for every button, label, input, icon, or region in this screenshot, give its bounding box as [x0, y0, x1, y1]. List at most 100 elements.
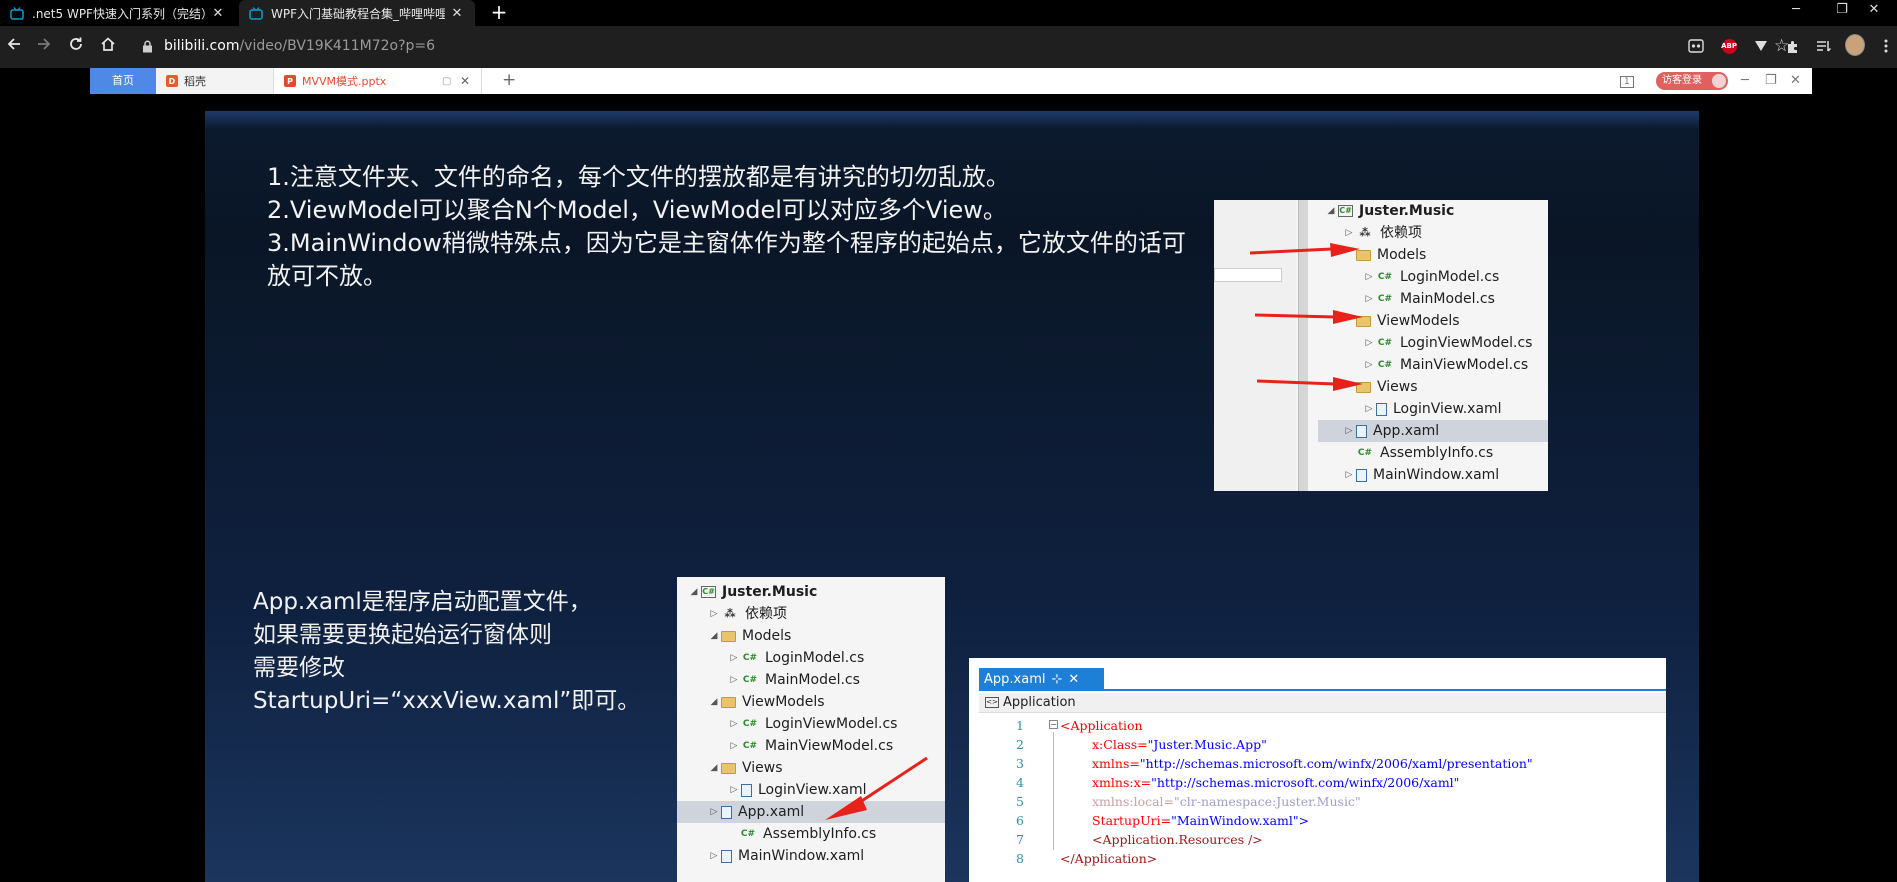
url-text: bilibili.com/video/BV19K411M72o?p=6: [164, 38, 436, 54]
browser-tab-active[interactable]: WPF入门基础教程合集_哔哩哔哩 ✕: [239, 0, 475, 26]
code-line: 1− <Application: [1016, 718, 1143, 733]
forward-arrow-icon: [38, 38, 51, 50]
pin-icon: ⊹: [1051, 672, 1063, 687]
red-arrow-icon: [1255, 310, 1363, 324]
bilibili-tv-icon: [10, 6, 24, 20]
xaml-file-icon: [741, 783, 752, 797]
back-button[interactable]: [2, 36, 26, 60]
tree-item: ▷ C# MainModel.cs: [730, 672, 860, 688]
home-button[interactable]: [96, 36, 120, 60]
dependencies-icon: ⁂: [724, 607, 736, 620]
tree-item: ▷ MainWindow.xaml: [710, 848, 865, 864]
presentation-slide: 1.注意文件夹、文件的命名，每个文件的摆放都是有讲究的切勿乱放。 2.ViewM…: [205, 111, 1699, 882]
wps-home-tab[interactable]: 首页: [90, 68, 156, 94]
xaml-element-icon: <>: [985, 697, 999, 708]
extension-v-icon[interactable]: [1751, 36, 1771, 56]
editor-navigation-bar: <> Application: [979, 693, 1666, 713]
close-window-button[interactable]: ✕: [1851, 0, 1897, 22]
extensions-puzzle-icon[interactable]: [1783, 36, 1803, 56]
pin-icon[interactable]: ▢: [442, 76, 451, 87]
csharp-project-icon: C#: [1338, 205, 1353, 217]
csharp-file-icon: C#: [1377, 360, 1393, 370]
back-arrow-icon: [7, 38, 20, 50]
solution-explorer-screenshot-2: ◢ C# Juster.Music ▷ ⁂ 依赖项 ◢ Models ▷ C# LoginMo…: [677, 577, 945, 882]
close-icon[interactable]: ✕: [460, 74, 470, 88]
tab-title: WPF入门基础教程合集_哔哩哔哩: [271, 6, 445, 21]
avatar: [1712, 74, 1726, 88]
menu-kebab-icon[interactable]: [1876, 36, 1896, 56]
tree-item: ▷ MainWindow.xaml: [1345, 467, 1500, 483]
minimize-window-button[interactable]: ─: [1773, 0, 1819, 22]
wps-tab-pptx[interactable]: P MVVM模式.pptx ▢ ✕: [274, 68, 482, 94]
tree-item-selected: ▷ App.xaml: [1318, 420, 1548, 442]
wps-minimize-button[interactable]: ─: [1741, 68, 1749, 94]
reload-button[interactable]: [64, 36, 88, 60]
tree-item: ▷ C# MainViewModel.cs: [730, 738, 894, 754]
tree-item: C# AssemblyInfo.cs: [740, 826, 877, 842]
new-tab-button[interactable]: +: [487, 1, 511, 25]
wps-new-tab-button[interactable]: +: [502, 70, 516, 90]
page-indicator: 1: [1620, 68, 1634, 94]
editor-tab-app-xaml: App.xaml ⊹ ✕: [979, 668, 1104, 691]
code-line: 8 </Application>: [1016, 851, 1158, 866]
xaml-code-editor-screenshot: App.xaml ⊹ ✕ <> Application 1− <Application …: [969, 658, 1666, 882]
csharp-file-icon: C#: [742, 675, 758, 685]
red-arrow-icon: [1250, 243, 1360, 257]
extension-reader-icon[interactable]: [1686, 36, 1706, 56]
reading-list-icon[interactable]: [1814, 36, 1834, 56]
wps-restore-button[interactable]: ❐: [1765, 68, 1777, 94]
code-line: 6 StartupUri="MainWindow.xaml">: [1016, 813, 1310, 828]
home-icon: [101, 37, 115, 51]
tree-item: ▷ C# MainModel.cs: [1365, 291, 1495, 307]
close-icon[interactable]: ✕: [449, 6, 465, 21]
csharp-file-icon: C#: [742, 741, 758, 751]
folder-icon: [721, 630, 736, 642]
folder-icon: [721, 762, 736, 774]
reload-icon: [70, 37, 82, 50]
wps-tab-docer[interactable]: D 稻壳: [156, 68, 274, 94]
forward-button[interactable]: [32, 36, 56, 60]
tree-item: C# AssemblyInfo.cs: [1357, 445, 1494, 461]
xaml-file-icon: [721, 805, 732, 819]
tree-item: ▷ ⁂ 依赖项: [1345, 225, 1422, 241]
csharp-project-icon: C#: [701, 586, 716, 598]
code-line: 4 xmlns:x="http://schemas.microsoft.com/w…: [1016, 775, 1460, 790]
browser-tab[interactable]: .net5 WPF快速入门系列（完结） ✕: [0, 0, 236, 26]
slide-notes: 1.注意文件夹、文件的命名，每个文件的摆放都是有讲究的切勿乱放。 2.ViewM…: [267, 161, 1187, 293]
editor-tab-bar: App.xaml ⊹ ✕: [979, 668, 1666, 691]
red-arrow-icon: [825, 756, 928, 820]
tree-item: ▷ C# LoginViewModel.cs: [1365, 335, 1533, 351]
note-2: 2.ViewModel可以聚合N个Model，ViewModel可以对应多个Vi…: [267, 196, 1007, 224]
visitor-login-button[interactable]: 访客登录: [1656, 72, 1728, 90]
bilibili-tv-icon: [249, 6, 263, 20]
csharp-file-icon: C#: [742, 719, 758, 729]
xaml-file-icon: [1376, 402, 1387, 416]
adblock-plus-icon[interactable]: ABP: [1719, 36, 1739, 56]
browser-tab-strip: .net5 WPF快速入门系列（完结） ✕ WPF入门基础教程合集_哔哩哔哩 ✕…: [0, 0, 1897, 26]
tree-item: ◢ C# Juster.Music: [1327, 203, 1455, 219]
csharp-file-icon: C#: [1377, 338, 1393, 348]
collapse-icon: −: [1049, 720, 1058, 729]
close-icon: ✕: [1068, 672, 1080, 687]
csharp-file-icon: C#: [1357, 448, 1373, 458]
wps-close-button[interactable]: ✕: [1790, 68, 1801, 94]
app-xaml-note: App.xaml是程序启动配置文件， 如果需要更换起始运行窗体则 需要修改 St…: [253, 589, 641, 714]
tree-item: ▷ C# MainViewModel.cs: [1365, 357, 1529, 373]
note-3: 3.MainWindow稍微特殊点，因为它是主窗体作为整个程序的起始点，它放文件…: [267, 229, 1186, 290]
folder-icon: [721, 696, 736, 708]
lock-icon: [143, 40, 152, 53]
note-1: 1.注意文件夹、文件的命名，每个文件的摆放都是有讲究的切勿乱放。: [267, 163, 1010, 191]
profile-avatar[interactable]: [1845, 34, 1865, 56]
code-area: 1− <Application 2 x:Class="Juster.Music.Ap…: [979, 716, 1666, 882]
tree-item: ▷ ⁂ 依赖项: [710, 606, 787, 622]
close-icon[interactable]: ✕: [210, 6, 226, 21]
tree-item: ◢ ViewModels: [710, 694, 825, 710]
tree-item: ▷ C# LoginModel.cs: [730, 650, 865, 666]
code-line: 5 xmlns:local="clr-namespace:Juster.Music…: [1016, 794, 1361, 809]
address-bar[interactable]: bilibili.com/video/BV19K411M72o?p=6 ☆: [128, 31, 1789, 63]
tab-title: .net5 WPF快速入门系列（完结）: [32, 6, 206, 21]
dependencies-icon: ⁂: [1359, 226, 1371, 239]
tree-item: ▷ C# LoginViewModel.cs: [730, 716, 898, 732]
tree-item: ◢ Views: [710, 760, 783, 776]
csharp-file-icon: C#: [1377, 294, 1393, 304]
